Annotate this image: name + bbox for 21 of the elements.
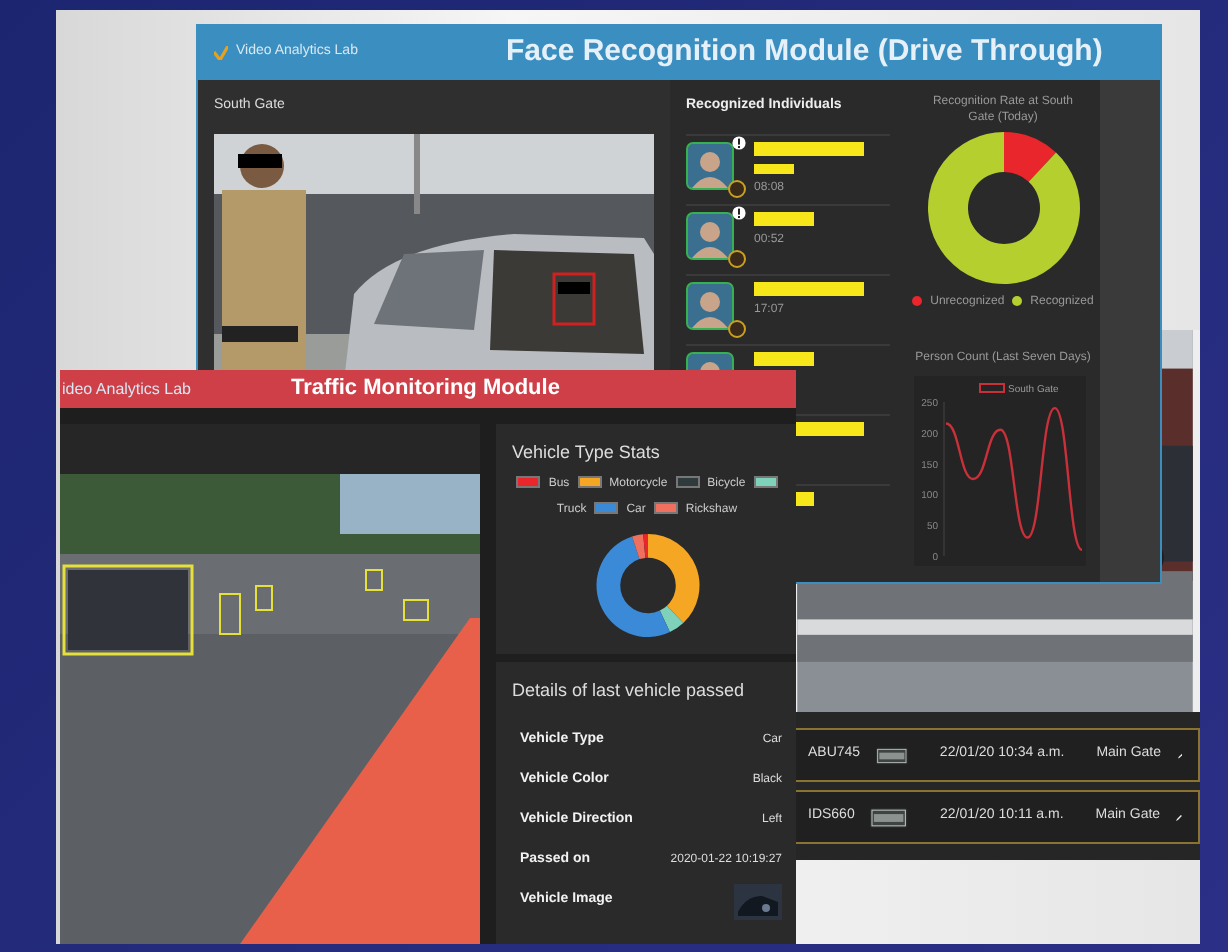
avatar-icon (686, 281, 734, 330)
card-title: Vehicle Type Stats (512, 440, 660, 466)
badge-icon (728, 319, 746, 338)
edit-icon[interactable] (1177, 749, 1182, 761)
redaction-bar (754, 211, 814, 226)
card-title: Details of last vehicle passed (512, 678, 747, 704)
brand-name: ideo Analytics Lab (62, 377, 191, 401)
avatar-icon (686, 141, 734, 190)
window-title: Traffic Monitoring Module (291, 374, 560, 405)
badge-icon (728, 179, 746, 198)
redaction-bar (754, 141, 864, 156)
legend-swatch (979, 383, 1005, 393)
donut-chart-drawing (593, 531, 701, 638)
redaction-bar (754, 281, 864, 296)
window-title: Face Recognition Module (Drive Through) (505, 32, 1103, 73)
edit-icon[interactable] (1176, 811, 1182, 823)
check-icon (214, 46, 228, 61)
avatar-icon (686, 211, 734, 260)
redaction-bar (754, 351, 814, 366)
badge-icon (728, 249, 746, 268)
redaction-bar (754, 163, 794, 174)
